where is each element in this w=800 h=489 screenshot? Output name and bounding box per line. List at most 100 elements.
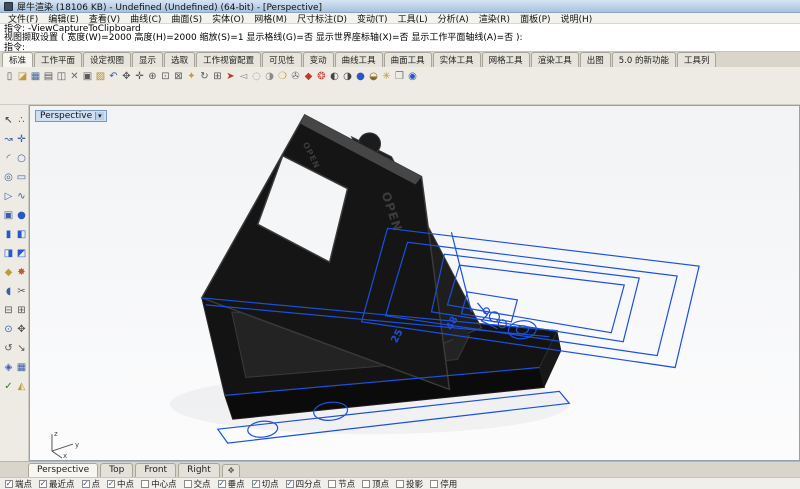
move-icon[interactable]: ✛ [133, 69, 146, 84]
lightbulb-icon[interactable]: ❍ [276, 69, 289, 84]
toolbar-tab[interactable]: 工作视窗配置 [196, 52, 261, 67]
menu-item[interactable]: 渲染(R) [474, 12, 515, 25]
osnap-checkbox[interactable] [252, 480, 260, 488]
osnap-checkbox[interactable] [430, 480, 438, 488]
control-point-icon[interactable]: ✛ [15, 130, 28, 149]
lock-icon[interactable]: ✇ [289, 69, 302, 84]
osnap-toggle[interactable]: 交点 [184, 478, 211, 489]
grid-icon[interactable]: ⊞ [211, 69, 224, 84]
osnap-toggle[interactable]: 垂点 [218, 478, 245, 489]
viewport-tab[interactable]: Right [178, 463, 220, 477]
osnap-checkbox[interactable] [141, 480, 149, 488]
osnap-checkbox[interactable] [5, 480, 13, 488]
osnap-toggle[interactable]: 节点 [328, 478, 355, 489]
sphere-tool-icon[interactable]: ● [15, 206, 28, 225]
boolean-union-icon[interactable]: ◆ [2, 263, 15, 282]
menu-item[interactable]: 面板(P) [515, 12, 555, 25]
osnap-toggle[interactable]: 顶点 [362, 478, 389, 489]
menu-item[interactable]: 工具(L) [393, 12, 433, 25]
osnap-checkbox[interactable] [82, 480, 90, 488]
osnap-checkbox[interactable] [362, 480, 370, 488]
viewport-tab[interactable]: Top [100, 463, 133, 477]
toolbar-tab[interactable]: 实体工具 [433, 52, 481, 67]
phone-stand-model[interactable]: OPEN OPEN [202, 115, 562, 419]
zoom-extents-icon[interactable]: ⊠ [172, 69, 185, 84]
viewport-title-tab[interactable]: Perspective ▾ [35, 110, 107, 122]
menu-item[interactable]: 曲面(S) [166, 12, 207, 25]
join-icon[interactable]: ⊞ [15, 301, 28, 320]
toolbar-tab[interactable]: 设定视图 [83, 52, 131, 67]
osnap-toggle[interactable]: 端点 [5, 478, 32, 489]
arc-tool-icon[interactable]: ◜ [2, 149, 15, 168]
capture-view-icon[interactable]: ❒ [393, 69, 406, 84]
perspective-viewport[interactable]: Perspective ▾ [29, 105, 800, 461]
copy-icon[interactable]: ▣ [81, 69, 94, 84]
toolbar-tab[interactable]: 渲染工具 [531, 52, 579, 67]
ghosted-sphere-icon[interactable]: ◑ [341, 69, 354, 84]
osnap-checkbox[interactable] [184, 480, 192, 488]
helix-tool-icon[interactable]: ∿ [15, 187, 28, 206]
help-icon[interactable]: ◉ [406, 69, 419, 84]
extrude-tool-icon[interactable]: ◩ [15, 244, 28, 263]
rectangle-tool-icon[interactable]: ▭ [15, 168, 28, 187]
key-icon[interactable]: ✦ [185, 69, 198, 84]
viewport-tab[interactable]: Perspective [28, 463, 98, 477]
settings-gear-icon[interactable]: ✳ [380, 69, 393, 84]
loft-tool-icon[interactable]: ◨ [2, 244, 15, 263]
toolbar-tab[interactable]: 选取 [164, 52, 195, 67]
viewport-menu-chevron-icon[interactable]: ▾ [95, 112, 104, 120]
display-mode-icon[interactable]: ◑ [263, 69, 276, 84]
osnap-checkbox[interactable] [286, 480, 294, 488]
open-file-icon[interactable]: ◪ [16, 69, 29, 84]
toolbar-tab[interactable]: 网格工具 [482, 52, 530, 67]
shaded-sphere-icon[interactable]: ◐ [328, 69, 341, 84]
delete-icon[interactable]: ✕ [68, 69, 81, 84]
viewport-layout-tab[interactable]: ✥ [222, 464, 241, 477]
offset-icon[interactable]: ⊙ [2, 320, 15, 339]
rotate-object-icon[interactable]: ↺ [2, 339, 15, 358]
osnap-toggle[interactable]: 最近点 [39, 478, 75, 489]
polygon-tool-icon[interactable]: ▷ [2, 187, 15, 206]
array-icon[interactable]: ▦ [15, 358, 28, 377]
osnap-toggle[interactable]: 点 [82, 478, 101, 489]
menu-item[interactable]: 网格(M) [249, 12, 292, 25]
select-arrow-icon[interactable]: ↖ [2, 111, 15, 130]
mirror-icon[interactable]: ◈ [2, 358, 15, 377]
osnap-toggle[interactable]: 中心点 [141, 478, 177, 489]
osnap-toggle[interactable]: 切点 [252, 478, 279, 489]
texture-icon[interactable]: ◒ [367, 69, 380, 84]
menu-item[interactable]: 文件(F) [3, 12, 43, 25]
viewport-canvas[interactable]: OPEN OPEN [30, 106, 799, 460]
fly-through-icon[interactable]: ➤ [224, 69, 237, 84]
scale-object-icon[interactable]: ↘ [15, 339, 28, 358]
toolbar-tab[interactable]: 工作平面 [34, 52, 82, 67]
osnap-checkbox[interactable] [218, 480, 226, 488]
zoom-window-icon[interactable]: ⊡ [159, 69, 172, 84]
surface-tool-icon[interactable]: ◧ [15, 225, 28, 244]
toolbar-tab[interactable]: 可见性 [262, 52, 302, 67]
trim-icon[interactable]: ✂ [15, 282, 28, 301]
osnap-checkbox[interactable] [328, 480, 336, 488]
osnap-toggle[interactable]: 中点 [107, 478, 134, 489]
render-icon[interactable]: ◆ [302, 69, 315, 84]
box-tool-icon[interactable]: ▣ [2, 206, 15, 225]
command-prompt[interactable]: 指令: [4, 44, 796, 52]
menu-item[interactable]: 变动(T) [352, 12, 393, 25]
analyze-icon[interactable]: ✓ [2, 377, 15, 396]
toolbar-tab[interactable]: 显示 [132, 52, 163, 67]
toolbar-tab[interactable]: 曲面工具 [384, 52, 432, 67]
menu-item[interactable]: 曲线(C) [125, 12, 166, 25]
osnap-toggle[interactable]: 投影 [396, 478, 423, 489]
move-object-icon[interactable]: ✥ [15, 320, 28, 339]
split-icon[interactable]: ⊟ [2, 301, 15, 320]
menu-item[interactable]: 编辑(E) [43, 12, 84, 25]
menu-item[interactable]: 查看(V) [84, 12, 125, 25]
osnap-checkbox[interactable] [107, 480, 115, 488]
osnap-toggle[interactable]: 停用 [430, 478, 457, 489]
menu-item[interactable]: 实体(O) [207, 12, 249, 25]
cylinder-tool-icon[interactable]: ▮ [2, 225, 15, 244]
menu-item[interactable]: 说明(H) [556, 12, 598, 25]
copy-view-icon[interactable]: ◫ [55, 69, 68, 84]
zoom-icon[interactable]: ⊕ [146, 69, 159, 84]
rotate-view-icon[interactable]: ↻ [198, 69, 211, 84]
